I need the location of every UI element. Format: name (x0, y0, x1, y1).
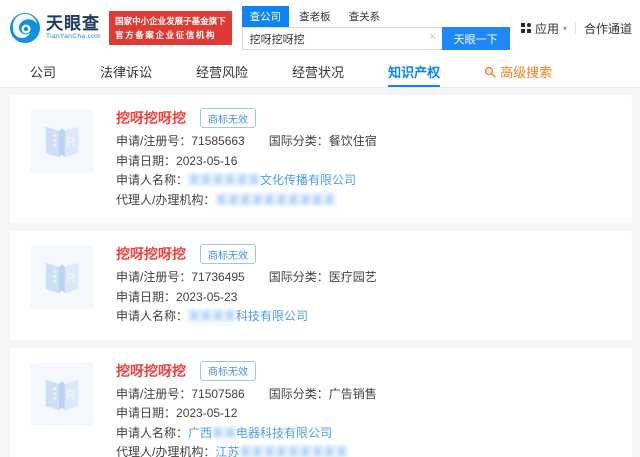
svg-text:R: R (66, 135, 75, 149)
visible-text: 科技有限公司 (236, 309, 309, 323)
trademark-status-badge: 商标无效 (200, 244, 256, 264)
applicant-label: 申请人名称： (116, 309, 189, 323)
trademark-title[interactable]: 挖呀挖呀挖 (116, 244, 186, 264)
visible-text: 文化传播有限公司 (260, 173, 357, 187)
reg-no-value: 71507586 (191, 386, 245, 401)
reg-no-label: 申请/注册号： (116, 134, 192, 148)
svg-text:R: R (66, 271, 75, 285)
applicant-label: 申请人名称： (116, 173, 189, 187)
intl-class-label: 国际分类： (268, 270, 329, 284)
search-tab-boss[interactable]: 查老板 (291, 6, 339, 27)
advanced-search-label: 高级搜索 (500, 65, 553, 80)
trademark-thumbnail[interactable]: R (30, 361, 94, 426)
tab-lawsuits[interactable]: 法律诉讼 (100, 56, 152, 87)
tianyancha-logo[interactable]: 天眼查 TianYanCha.com (8, 11, 101, 45)
trademark-status-badge: 商标无效 (200, 108, 256, 128)
applicant-link[interactable]: 广西某某电器科技有限公司 (188, 424, 332, 444)
apply-date-value: 2023-05-23 (176, 289, 238, 304)
gov-badge-line2: 官方备案企业征信机构 (115, 30, 217, 40)
intl-class-label: 国际分类： (268, 134, 329, 148)
apply-date-label: 申请日期： (116, 406, 177, 420)
intl-class-value: 医疗园艺 (328, 270, 377, 284)
intl-class-label: 国际分类： (268, 386, 329, 401)
gov-badge-line1: 国家中小企业发展子基金旗下 (115, 16, 226, 26)
search-type-tabs: 查公司 查老板 查关系 (241, 6, 510, 27)
visible-text: 江苏 (215, 445, 240, 457)
eye-logo-icon (8, 11, 42, 45)
applicant-link[interactable]: 某某某某科技有限公司 (188, 307, 308, 327)
apply-date-value: 2023-05-12 (176, 406, 238, 420)
intl-class-value: 餐饮住宿 (328, 134, 377, 148)
search-tab-relation[interactable]: 查关系 (341, 6, 389, 27)
applicant-link[interactable]: 某某某某某某文化传播有限公司 (188, 171, 356, 191)
tab-business-status[interactable]: 经营状况 (292, 56, 344, 87)
reg-no-value: 71736495 (191, 270, 245, 284)
apply-date-value: 2023-05-16 (176, 153, 238, 168)
apps-label: 应用 (534, 21, 559, 36)
result-category-nav: 公司 法律诉讼 经营风险 经营状况 知识产权 高级搜索 (0, 56, 640, 88)
redacted-text: 某某某某某某 (188, 173, 261, 187)
partner-channel-link[interactable]: 合作通道 (584, 20, 632, 37)
search-input[interactable] (241, 27, 442, 50)
redacted-text: 某某某某某某某某某 (239, 445, 348, 457)
redacted-text: 某某某某某某某某某某 (215, 192, 336, 207)
brand-name: 天眼查 (46, 14, 100, 34)
reg-no-label: 申请/注册号： (116, 270, 192, 284)
top-right-menu: 应用 ▾ 合作通道 (521, 20, 634, 37)
trademark-thumbnail[interactable]: R (30, 245, 94, 309)
reg-no-label: 申请/注册号： (116, 386, 192, 401)
svg-text:R: R (66, 387, 75, 401)
agent-label: 代理人/办理机构： (116, 445, 216, 457)
redacted-text: 某某 (212, 425, 237, 440)
tab-intellectual-property[interactable]: 知识产权 (388, 56, 441, 87)
agent-link[interactable]: 某某某某某某某某某某 (215, 191, 335, 211)
tab-company[interactable]: 公司 (30, 56, 56, 87)
search-area: 查公司 查老板 查关系 × 天眼一下 (241, 6, 510, 50)
tab-business-risk[interactable]: 经营风险 (196, 56, 248, 87)
trademark-title[interactable]: 挖呀挖呀挖 (116, 108, 186, 128)
visible-text: 广西 (188, 425, 213, 440)
search-button[interactable]: 天眼一下 (441, 27, 510, 50)
trademark-status-badge: 商标无效 (200, 360, 256, 381)
trademark-thumbnail[interactable]: R (30, 109, 94, 173)
menu-divider (574, 22, 576, 34)
redacted-text: 某某某某 (188, 309, 237, 323)
apply-date-label: 申请日期： (116, 289, 177, 304)
trademark-card: R 挖呀挖呀挖 商标无效 申请/注册号： 71507586 国际分类： 广告销售… (10, 347, 632, 457)
trademark-book-icon: R (39, 371, 85, 417)
agent-link[interactable]: 江苏某某某某某某某某某 (215, 443, 347, 457)
trademark-book-icon: R (39, 118, 85, 164)
agent-label: 代理人/办理机构： (116, 192, 216, 207)
trademark-title[interactable]: 挖呀挖呀挖 (116, 361, 186, 381)
reg-no-value: 71585663 (191, 134, 245, 148)
trademark-result-list: R 挖呀挖呀挖 商标无效 申请/注册号： 71585663 国际分类： 餐饮住宿… (0, 88, 640, 457)
advanced-search-link[interactable]: 高级搜索 (484, 56, 552, 87)
top-header: 天眼查 TianYanCha.com 国家中小企业发展子基金旗下 官方备案企业征… (0, 0, 640, 56)
apps-grid-icon (521, 23, 531, 33)
applicant-label: 申请人名称： (116, 425, 189, 440)
visible-text: 电器科技有限公司 (236, 425, 333, 440)
apply-date-label: 申请日期： (116, 153, 177, 168)
search-tab-company[interactable]: 查公司 (241, 6, 290, 27)
gov-certification-badge: 国家中小企业发展子基金旗下 官方备案企业征信机构 (109, 11, 232, 45)
trademark-book-icon: R (39, 254, 85, 300)
chevron-down-icon: ▾ (562, 23, 567, 33)
trademark-card: R 挖呀挖呀挖 商标无效 申请/注册号： 71585663 国际分类： 餐饮住宿… (10, 95, 632, 223)
trademark-card: R 挖呀挖呀挖 商标无效 申请/注册号： 71736495 国际分类： 医疗园艺… (10, 231, 632, 340)
intl-class-value: 广告销售 (328, 386, 377, 401)
clear-search-icon[interactable]: × (429, 31, 435, 43)
search-icon (484, 66, 496, 78)
brand-domain: TianYanCha.com (46, 33, 102, 41)
apps-menu[interactable]: 应用 ▾ (521, 20, 567, 37)
